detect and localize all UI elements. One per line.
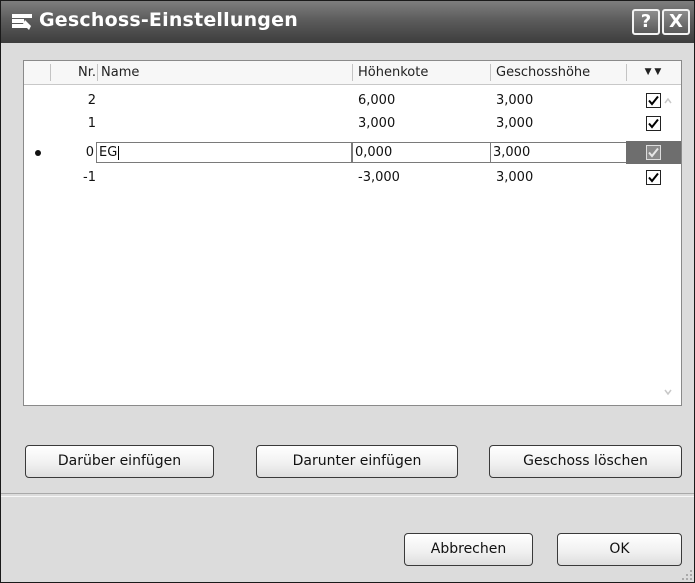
row-elevation[interactable]: 6,000 xyxy=(358,89,395,112)
header-show[interactable]: ▼ ▼ xyxy=(632,61,674,84)
row-nr: 0 xyxy=(85,145,94,160)
show-checkbox[interactable] xyxy=(646,145,661,160)
column-separator xyxy=(626,64,627,81)
scroll-down-arrow-icon[interactable] xyxy=(663,386,673,398)
row-elevation[interactable]: 3,000 xyxy=(358,112,395,135)
story-settings-icon xyxy=(12,14,32,30)
show-checkbox[interactable] xyxy=(646,93,661,108)
header-elevation[interactable]: Höhenkote xyxy=(358,61,428,84)
checkmark-icon xyxy=(648,118,659,129)
table-row[interactable]: 1 3,000 3,000 xyxy=(24,112,681,135)
name-input-value: EG xyxy=(99,145,118,160)
ok-button[interactable]: OK xyxy=(557,533,682,566)
divider xyxy=(1,493,694,497)
title-bar[interactable]: Geschoss-Einstellungen ? X xyxy=(1,1,694,43)
text-cursor xyxy=(118,145,120,160)
show-checkbox[interactable] xyxy=(646,170,661,185)
name-input[interactable]: EG xyxy=(96,142,352,163)
table-header: Nr. Name Höhenkote Geschosshöhe ▼ ▼ xyxy=(24,61,681,85)
close-button[interactable]: X xyxy=(662,9,690,35)
elevation-input[interactable]: 0,000 xyxy=(352,142,491,163)
column-separator xyxy=(490,64,491,81)
insert-above-button[interactable]: Darüber einfügen xyxy=(25,445,214,478)
row-nr: -1 xyxy=(83,170,96,185)
header-name[interactable]: Name xyxy=(101,61,139,84)
column-separator xyxy=(50,64,51,81)
story-settings-dialog: Geschoss-Einstellungen ? X Nr. Name Höhe… xyxy=(0,0,695,583)
current-story-bullet xyxy=(35,150,41,156)
window-title: Geschoss-Einstellungen xyxy=(39,9,298,31)
table-row[interactable]: 2 6,000 3,000 xyxy=(24,89,681,112)
row-story-height[interactable]: 3,000 xyxy=(496,166,533,189)
table-row-selected[interactable]: 0 EG 0,000 3,000 xyxy=(24,141,681,164)
row-story-height[interactable]: 3,000 xyxy=(496,89,533,112)
column-separator xyxy=(352,64,353,81)
column-separator xyxy=(97,64,98,81)
insert-below-button[interactable]: Darunter einfügen xyxy=(256,445,458,478)
help-button[interactable]: ? xyxy=(632,9,660,35)
delete-story-button[interactable]: Geschoss löschen xyxy=(489,445,682,478)
header-story-height[interactable]: Geschosshöhe xyxy=(496,61,590,84)
resize-grip-icon[interactable] xyxy=(681,569,693,581)
story-height-input[interactable]: 3,000 xyxy=(490,142,627,163)
story-table: Nr. Name Höhenkote Geschosshöhe ▼ ▼ 2 6,… xyxy=(23,60,682,406)
checkmark-icon xyxy=(648,95,659,106)
cancel-button[interactable]: Abbrechen xyxy=(404,533,533,566)
row-story-height[interactable]: 3,000 xyxy=(496,112,533,135)
checkmark-icon xyxy=(648,147,659,158)
show-checkbox[interactable] xyxy=(646,116,661,131)
scroll-up-arrow-icon[interactable] xyxy=(663,95,673,107)
row-elevation[interactable]: -3,000 xyxy=(358,166,400,189)
header-nr[interactable]: Nr. xyxy=(58,61,96,84)
row-nr: 2 xyxy=(87,93,96,108)
table-row[interactable]: -1 -3,000 3,000 xyxy=(24,166,681,189)
checkmark-icon xyxy=(648,172,659,183)
row-nr: 1 xyxy=(87,116,96,131)
